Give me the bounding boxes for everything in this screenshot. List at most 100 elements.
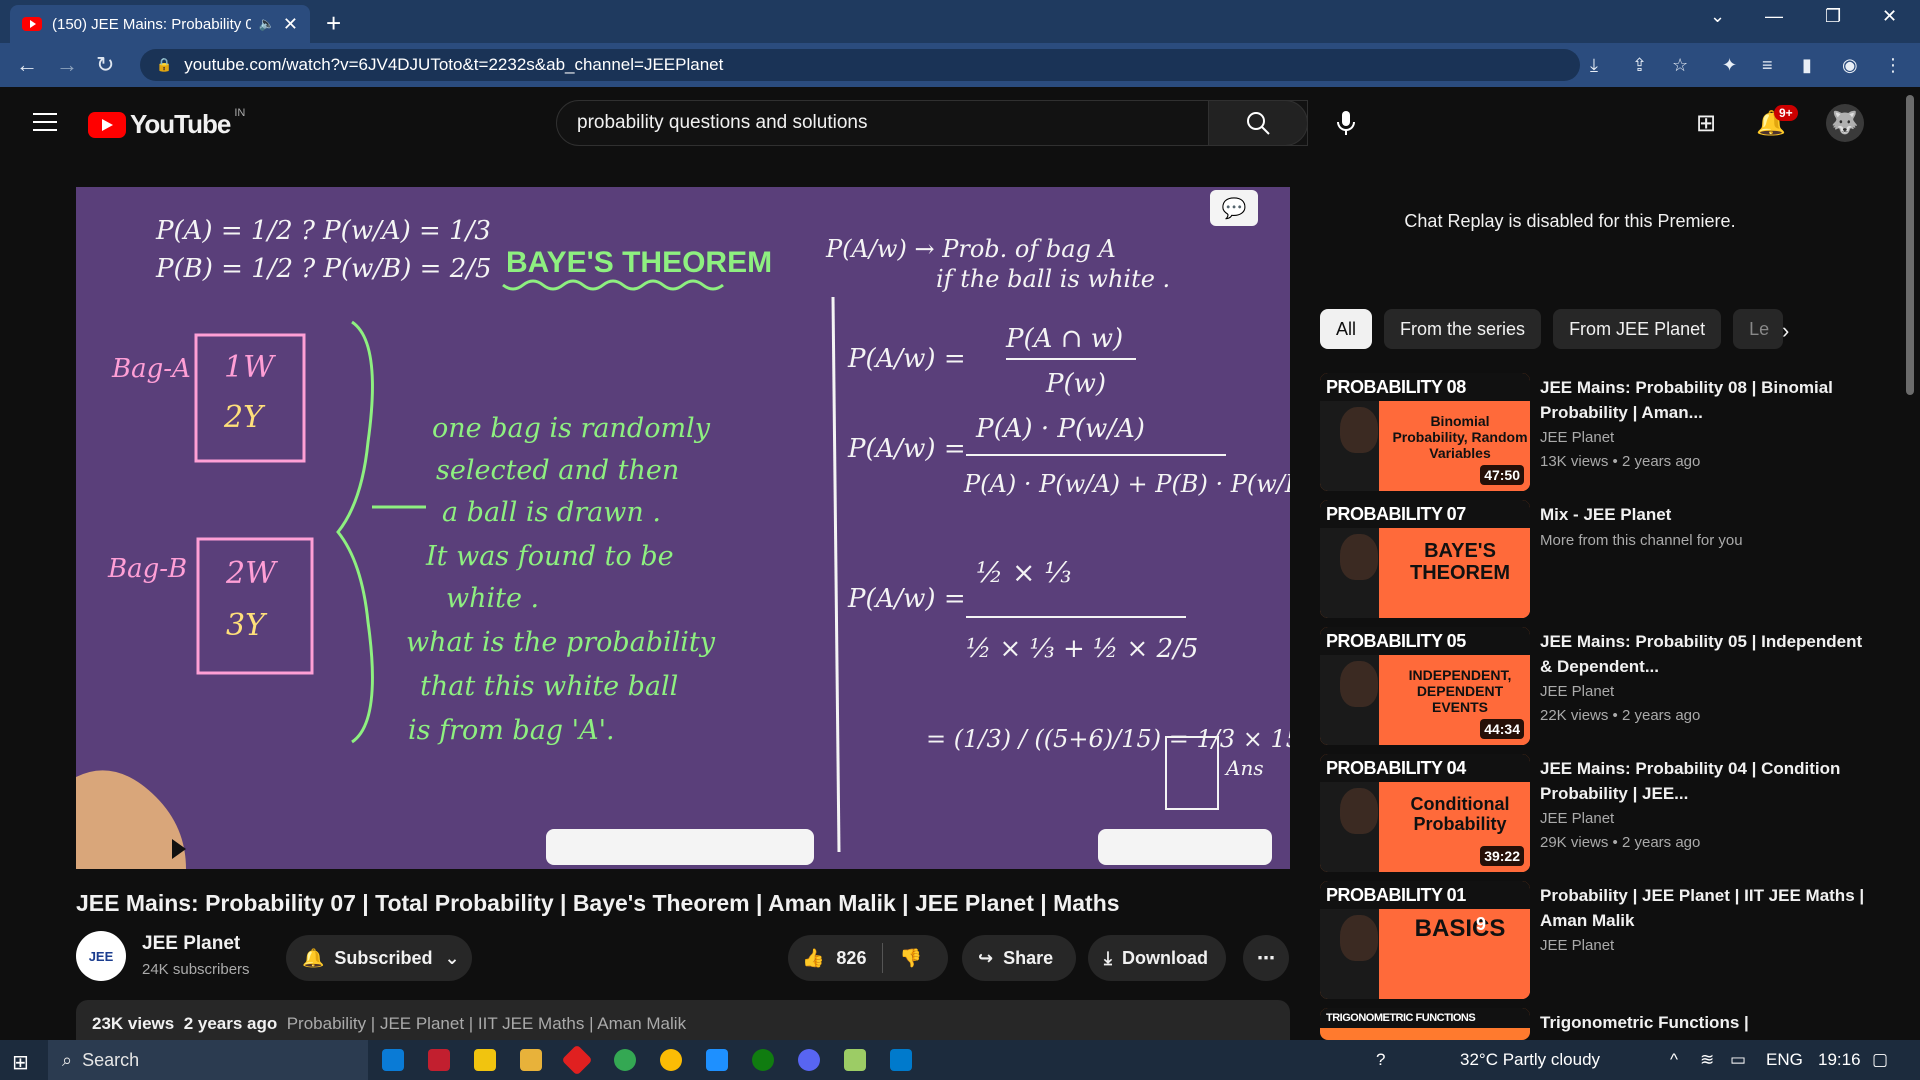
windows-start-icon[interactable]: ⊞	[12, 1050, 29, 1075]
app-icon[interactable]	[428, 1049, 450, 1071]
side-panel-icon[interactable]: ▮	[1802, 55, 1812, 76]
rec-thumbnail[interactable]: PROBABILITY 01 BASICS 9	[1320, 881, 1530, 999]
dislike-button[interactable]: 👎	[899, 948, 921, 969]
vscode-icon[interactable]	[890, 1049, 912, 1071]
youtube-logo[interactable]: YouTube IN	[88, 107, 245, 140]
browser-tab-active[interactable]: (150) JEE Mains: Probability 0 🔈 ✕	[10, 5, 310, 43]
rec-item[interactable]: PROBABILITY 08 Binomial Probability, Rand…	[1320, 373, 1880, 491]
chip-partial[interactable]: Le	[1733, 309, 1784, 349]
browser-menu-icon[interactable]: ⋮	[1884, 55, 1902, 76]
search-input[interactable]: probability questions and solutions ✕	[556, 100, 1308, 146]
reload-icon[interactable]: ↻	[96, 52, 114, 78]
eq3-den: ½ × ⅓ + ½ × 2/5	[966, 634, 1198, 664]
window-close-icon[interactable]: ✕	[1882, 6, 1897, 27]
app-blue-icon[interactable]	[706, 1049, 728, 1071]
channel-name[interactable]: JEE Planet	[142, 933, 240, 955]
store-icon[interactable]	[474, 1049, 496, 1071]
more-actions-button[interactable]: ⋯	[1243, 935, 1289, 981]
share-page-icon[interactable]: ⇪	[1632, 55, 1647, 76]
clock[interactable]: 19:16	[1818, 1050, 1861, 1070]
rec-title[interactable]: JEE Mains: Probability 04 | Condition Pr…	[1540, 756, 1870, 806]
create-video-icon[interactable]: ⊞	[1696, 109, 1716, 138]
rec-item[interactable]: TRIGONOMETRIC FUNCTIONS Trigonometric Fu…	[1320, 1008, 1880, 1040]
bag-a-white: 1W	[224, 350, 276, 385]
video-player[interactable]: P(A) = 1/2 ? P(w/A) = 1/3 P(B) = 1/2 ? P…	[76, 187, 1290, 869]
chrome-icon[interactable]	[614, 1049, 636, 1071]
like-button[interactable]: 👍 826	[802, 948, 866, 969]
help-icon[interactable]: ?	[1376, 1050, 1385, 1070]
wifi-icon[interactable]: ≋	[1700, 1050, 1714, 1070]
rec-thumbnail[interactable]: PROBABILITY 07 BAYE'S THEOREM	[1320, 500, 1530, 618]
weather[interactable]: 32°C Partly cloudy	[1460, 1050, 1600, 1070]
media-control-icon[interactable]: ≡	[1762, 55, 1773, 76]
forward-icon[interactable]: →	[56, 52, 78, 78]
git-icon[interactable]	[561, 1044, 593, 1076]
extensions-icon[interactable]: ✦	[1722, 55, 1737, 76]
tool-options-bar[interactable]	[1098, 829, 1272, 865]
stack-icon[interactable]	[844, 1049, 866, 1071]
rec-thumbnail[interactable]: TRIGONOMETRIC FUNCTIONS	[1320, 1008, 1530, 1040]
new-tab-icon[interactable]: +	[326, 8, 341, 39]
chips-next-chevron-icon[interactable]: ›	[1782, 318, 1789, 344]
board-heading: BAYE'S THEOREM	[506, 246, 772, 279]
rec-title[interactable]: JEE Mains: Probability 05 | Independent …	[1540, 629, 1870, 679]
search-button[interactable]	[1208, 100, 1308, 146]
rec-item[interactable]: PROBABILITY 05 INDEPENDENT, DEPENDENT EVE…	[1320, 627, 1880, 745]
rec-item[interactable]: PROBABILITY 07 BAYE'S THEOREM Mix - JEE P…	[1320, 500, 1880, 618]
rec-title[interactable]: Probability | JEE Planet | IIT JEE Maths…	[1540, 883, 1870, 933]
edge-icon[interactable]	[382, 1049, 404, 1071]
rec-thumbnail[interactable]: PROBABILITY 05 INDEPENDENT, DEPENDENT EVE…	[1320, 627, 1530, 745]
language[interactable]: ENG	[1766, 1050, 1803, 1070]
chip-all[interactable]: All	[1320, 309, 1373, 349]
more-icon: ⋯	[1257, 947, 1275, 968]
xbox-icon[interactable]	[752, 1049, 774, 1071]
bag-b-white: 2W	[225, 556, 278, 591]
bag-a-label: Bag-A	[111, 354, 191, 384]
file-explorer-icon[interactable]	[520, 1049, 542, 1071]
install-icon[interactable]: ⤓	[1590, 55, 1598, 76]
problem-line-3: a ball is drawn .	[442, 497, 661, 528]
download-label: Download	[1121, 947, 1208, 968]
rec-thumbnail[interactable]: PROBABILITY 04 Conditional Probability 39:…	[1320, 754, 1530, 872]
account-avatar[interactable]: 🐺	[1826, 104, 1864, 142]
rec-title[interactable]: Mix - JEE Planet	[1540, 502, 1870, 527]
rec-thumbnail[interactable]: PROBABILITY 08 Binomial Probability, Rand…	[1320, 373, 1530, 491]
notification-center-icon[interactable]: ▢	[1872, 1050, 1888, 1070]
download-button[interactable]: ⤓ Download	[1088, 935, 1226, 981]
tab-close-icon[interactable]: ✕	[283, 14, 298, 35]
guide-menu-icon[interactable]	[33, 113, 57, 131]
rec-channel: JEE Planet	[1540, 937, 1615, 954]
speaker-icon[interactable]: 🔈	[259, 16, 275, 32]
description-box[interactable]: 23K views 2 years ago Probability | JEE …	[76, 1000, 1290, 1040]
minimize-icon[interactable]: —	[1765, 6, 1783, 27]
rec-title[interactable]: Trigonometric Functions |	[1540, 1010, 1870, 1035]
voice-search-button[interactable]	[1323, 100, 1369, 146]
discord-icon[interactable]	[798, 1049, 820, 1071]
taskbar-search[interactable]: ⌕ Search	[48, 1040, 368, 1080]
chat-toggle-icon[interactable]: 💬	[1210, 190, 1258, 226]
tab-search-chevron-icon[interactable]: ⌄	[1710, 6, 1725, 27]
rec-item[interactable]: PROBABILITY 04 Conditional Probability 39:…	[1320, 754, 1880, 872]
subscribed-button[interactable]: 🔔 Subscribed ⌄	[286, 935, 472, 981]
url-field[interactable]: 🔒 youtube.com/watch?v=6JV4DJUToto&t=2232…	[140, 49, 1580, 81]
tray-chevron-icon[interactable]: ^	[1670, 1050, 1678, 1070]
share-icon: ↪	[978, 947, 994, 968]
back-icon[interactable]: ←	[16, 52, 38, 78]
chip-from-series[interactable]: From the series	[1384, 309, 1542, 349]
restore-icon[interactable]: ❐	[1825, 6, 1841, 27]
drawing-toolbar[interactable]	[546, 829, 814, 865]
profile-icon[interactable]: ◉	[1842, 55, 1858, 76]
bookmark-star-icon[interactable]: ☆	[1672, 55, 1688, 76]
share-button[interactable]: ↪ Share	[962, 935, 1076, 981]
eq4: = (1/3) / ((5+6)/15) = 1/3 × 15/11 = 5/1…	[926, 725, 1290, 753]
battery-icon[interactable]: ▭	[1730, 1050, 1746, 1070]
page-scrollbar[interactable]	[1906, 95, 1914, 395]
chrome-alt-icon[interactable]	[660, 1049, 682, 1071]
rec-item[interactable]: PROBABILITY 01 BASICS 9 Probability | JEE …	[1320, 881, 1880, 999]
play-icon[interactable]	[172, 839, 186, 859]
windows-taskbar: ⊞ ⌕ Search ? 32°C Partly cloudy ^ ≋ ▭ EN…	[0, 1040, 1920, 1080]
channel-avatar[interactable]: JEE	[76, 931, 126, 981]
chip-from-jee-planet[interactable]: From JEE Planet	[1553, 309, 1722, 349]
rec-title[interactable]: JEE Mains: Probability 08 | Binomial Pro…	[1540, 375, 1870, 425]
like-dislike-group: 👍 826 👎	[788, 935, 948, 981]
